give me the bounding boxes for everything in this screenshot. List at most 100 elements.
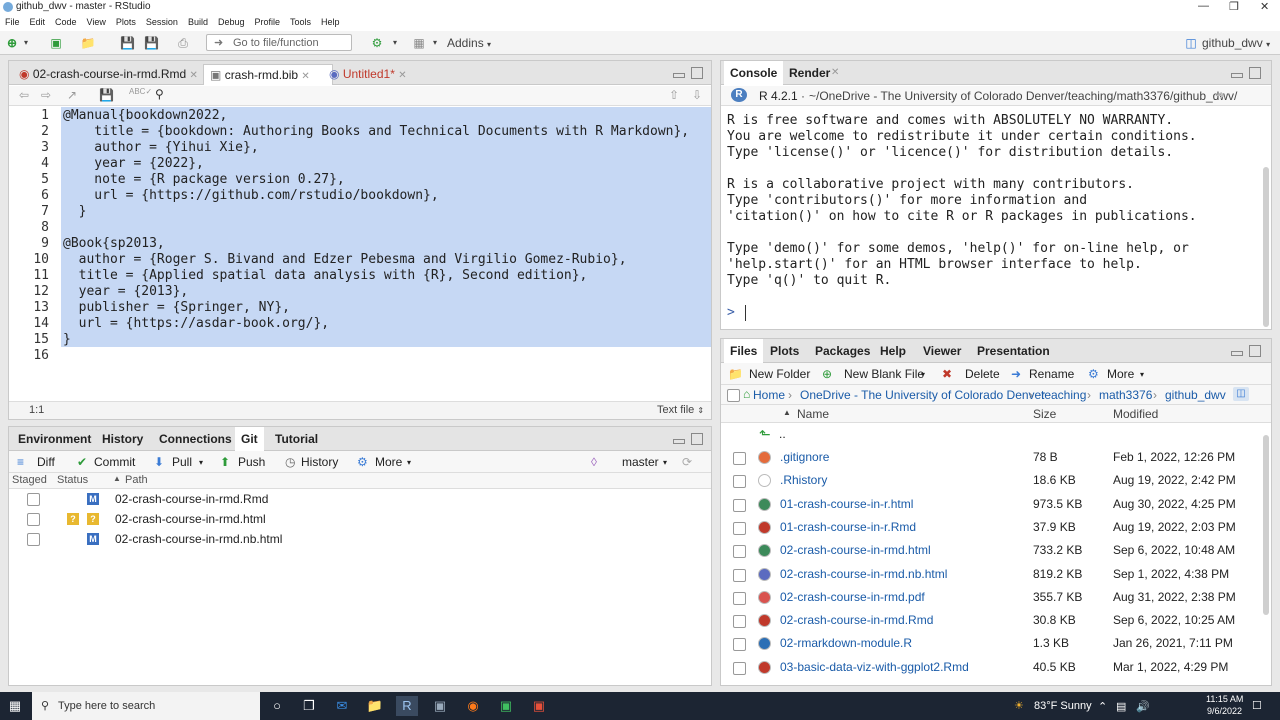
refresh-icon[interactable]: ⟳ bbox=[682, 455, 692, 469]
tab-help[interactable]: Help bbox=[874, 339, 912, 363]
staged-checkbox[interactable] bbox=[27, 493, 40, 506]
file-row[interactable]: 02-crash-course-in-rmd.pdf 355.7 KB Aug 31… bbox=[721, 586, 1261, 609]
taskbar-search-box[interactable]: ⚲ Type here to search bbox=[32, 692, 260, 720]
tab-bib[interactable]: ▣ crash-rmd.bib ✕ bbox=[203, 64, 333, 85]
down-arrow-icon[interactable]: ⇩ bbox=[692, 88, 702, 102]
staged-checkbox[interactable] bbox=[27, 513, 40, 526]
parent-directory-link[interactable]: .. bbox=[779, 423, 786, 446]
tab-render[interactable]: Render bbox=[783, 61, 836, 85]
file-checkbox[interactable] bbox=[733, 498, 746, 512]
menu-code[interactable]: Code bbox=[50, 15, 82, 27]
select-all-checkbox[interactable] bbox=[727, 389, 740, 402]
search-icon[interactable]: ⚲ bbox=[155, 87, 164, 101]
tab-plots[interactable]: Plots bbox=[764, 339, 805, 363]
file-checkbox[interactable] bbox=[733, 661, 746, 675]
breadcrumb-home[interactable]: Home bbox=[753, 388, 785, 402]
tab-untitled[interactable]: ◉ Untitled1* ✕ bbox=[323, 64, 435, 84]
file-checkbox[interactable] bbox=[733, 545, 746, 559]
file-row[interactable]: .Rhistory 18.6 KB Aug 19, 2022, 2:42 PM bbox=[721, 469, 1261, 492]
file-name-link[interactable]: 02-crash-course-in-rmd.html bbox=[780, 539, 931, 562]
minimize-icon[interactable]: — bbox=[1198, 0, 1209, 12]
chevron-down-icon[interactable]: ▾ bbox=[407, 458, 411, 467]
maximize-pane-icon[interactable] bbox=[1249, 345, 1261, 357]
file-row[interactable]: 01-crash-course-in-r.html 973.5 KB Aug 30,… bbox=[721, 493, 1261, 516]
file-name-link[interactable]: 02-crash-course-in-rmd.pdf bbox=[780, 586, 925, 609]
chevron-down-icon[interactable]: ▾ bbox=[199, 458, 203, 467]
file-checkbox[interactable] bbox=[733, 452, 746, 465]
save-icon[interactable]: 💾 bbox=[99, 88, 114, 102]
forward-arrow-icon[interactable]: ⇨ bbox=[41, 88, 51, 102]
network-icon[interactable]: ▤ bbox=[1116, 700, 1126, 713]
col-status[interactable]: Status bbox=[57, 474, 88, 486]
menu-edit[interactable]: Edit bbox=[25, 15, 51, 27]
menu-plots[interactable]: Plots bbox=[111, 15, 141, 27]
chevron-down-icon[interactable]: ▾ bbox=[663, 458, 667, 467]
task-view-icon[interactable]: ❐ bbox=[298, 696, 320, 716]
camtasia-icon[interactable]: ▣ bbox=[495, 696, 517, 716]
close-tab-icon[interactable]: ✕ bbox=[301, 71, 309, 82]
file-checkbox[interactable] bbox=[733, 568, 746, 582]
tab-tutorial[interactable]: Tutorial bbox=[269, 427, 324, 451]
remote-desktop-icon[interactable]: ▣ bbox=[429, 696, 451, 716]
console-prompt[interactable]: > bbox=[727, 305, 735, 320]
menu-session[interactable]: Session bbox=[141, 15, 183, 27]
rstudio-taskbar-icon[interactable]: R bbox=[396, 696, 418, 716]
file-row[interactable]: 02-crash-course-in-rmd.html 733.2 KB Sep 6… bbox=[721, 539, 1261, 562]
minimize-pane-icon[interactable] bbox=[1231, 351, 1243, 356]
filetype-select[interactable]: Text file ⇕ bbox=[657, 404, 704, 416]
new-folder-button[interactable]: New Folder bbox=[749, 367, 810, 381]
files-scrollbar[interactable] bbox=[1263, 435, 1269, 615]
file-row[interactable]: 02-rmarkdown-module.R 1.3 KB Jan 26, 2021,… bbox=[721, 632, 1261, 655]
chevron-down-icon[interactable]: ▾ bbox=[921, 370, 925, 379]
menu-help[interactable]: Help bbox=[316, 15, 345, 27]
breadcrumb-math3376[interactable]: math3376 bbox=[1099, 388, 1152, 402]
chevron-down-icon[interactable]: ▾ bbox=[20, 36, 32, 50]
menu-tools[interactable]: Tools bbox=[285, 15, 316, 27]
save-icon[interactable]: 💾 bbox=[120, 36, 135, 50]
new-file-icon[interactable]: ⊕ bbox=[5, 36, 19, 50]
minimize-pane-icon[interactable] bbox=[1231, 73, 1243, 78]
staged-checkbox[interactable] bbox=[27, 533, 40, 546]
build-icon[interactable]: ⚙ bbox=[370, 36, 384, 50]
file-row[interactable]: 02-crash-course-in-rmd.Rmd 30.8 KB Sep 6, … bbox=[721, 609, 1261, 632]
project-icon[interactable]: ◫ bbox=[1233, 387, 1249, 401]
file-name-link[interactable]: 01-crash-course-in-r.html bbox=[780, 493, 913, 516]
rename-button[interactable]: Rename bbox=[1029, 367, 1074, 381]
pull-button[interactable]: Pull bbox=[172, 455, 192, 469]
new-project-icon[interactable]: ▣ bbox=[46, 36, 66, 50]
file-row[interactable]: .gitignore 78 B Feb 1, 2022, 12:26 PM bbox=[721, 446, 1261, 469]
col-name[interactable]: Name bbox=[797, 407, 829, 421]
windows-start-icon[interactable]: ▦ bbox=[4, 696, 26, 716]
delete-button[interactable]: Delete bbox=[965, 367, 1000, 381]
maximize-pane-icon[interactable] bbox=[691, 67, 703, 79]
minimize-pane-icon[interactable] bbox=[673, 73, 685, 78]
file-checkbox[interactable] bbox=[733, 638, 746, 652]
close-tab-icon[interactable]: ✕ bbox=[831, 67, 839, 78]
addins-button[interactable]: Addins ▾ bbox=[447, 36, 497, 50]
new-blank-file-button[interactable]: New Blank File bbox=[844, 367, 924, 381]
parent-directory-row[interactable]: ⬑ .. bbox=[721, 423, 1261, 446]
file-checkbox[interactable] bbox=[733, 615, 746, 629]
project-menu[interactable]: github_dwv ▾ bbox=[1202, 36, 1278, 50]
goto-directory-icon[interactable]: ➜ bbox=[1215, 88, 1225, 102]
close-tab-icon[interactable]: ✕ bbox=[398, 70, 406, 81]
breadcrumb-teaching[interactable]: teaching bbox=[1041, 388, 1086, 402]
menu-view[interactable]: View bbox=[82, 15, 111, 27]
tab-viewer[interactable]: Viewer bbox=[917, 339, 967, 363]
file-row[interactable]: 03-basic-data-viz-with-ggplot2.Rmd 40.5 K… bbox=[721, 656, 1261, 679]
show-in-window-icon[interactable]: ↗ bbox=[67, 88, 77, 102]
file-explorer-icon[interactable]: 📁 bbox=[364, 696, 386, 716]
close-tab-icon[interactable]: ✕ bbox=[190, 70, 198, 81]
file-row[interactable]: 02-crash-course-in-rmd.nb.html 819.2 KB Se… bbox=[721, 563, 1261, 586]
tab-connections[interactable]: Connections bbox=[153, 427, 238, 451]
restore-icon[interactable]: ❐ bbox=[1229, 0, 1239, 13]
firefox-icon[interactable]: ◉ bbox=[462, 696, 484, 716]
chevron-down-icon[interactable]: ▾ bbox=[430, 36, 440, 50]
git-file-row[interactable]: M 02-crash-course-in-rmd.nb.html bbox=[9, 529, 709, 549]
file-name-link[interactable]: 03-basic-data-viz-with-ggplot2.Rmd bbox=[780, 656, 969, 679]
col-size[interactable]: Size bbox=[1033, 407, 1056, 421]
menu-profile[interactable]: Profile bbox=[250, 15, 286, 27]
file-name-link[interactable]: 02-crash-course-in-rmd.Rmd bbox=[780, 609, 933, 632]
close-icon[interactable]: ✕ bbox=[1260, 0, 1269, 13]
push-button[interactable]: Push bbox=[238, 455, 265, 469]
